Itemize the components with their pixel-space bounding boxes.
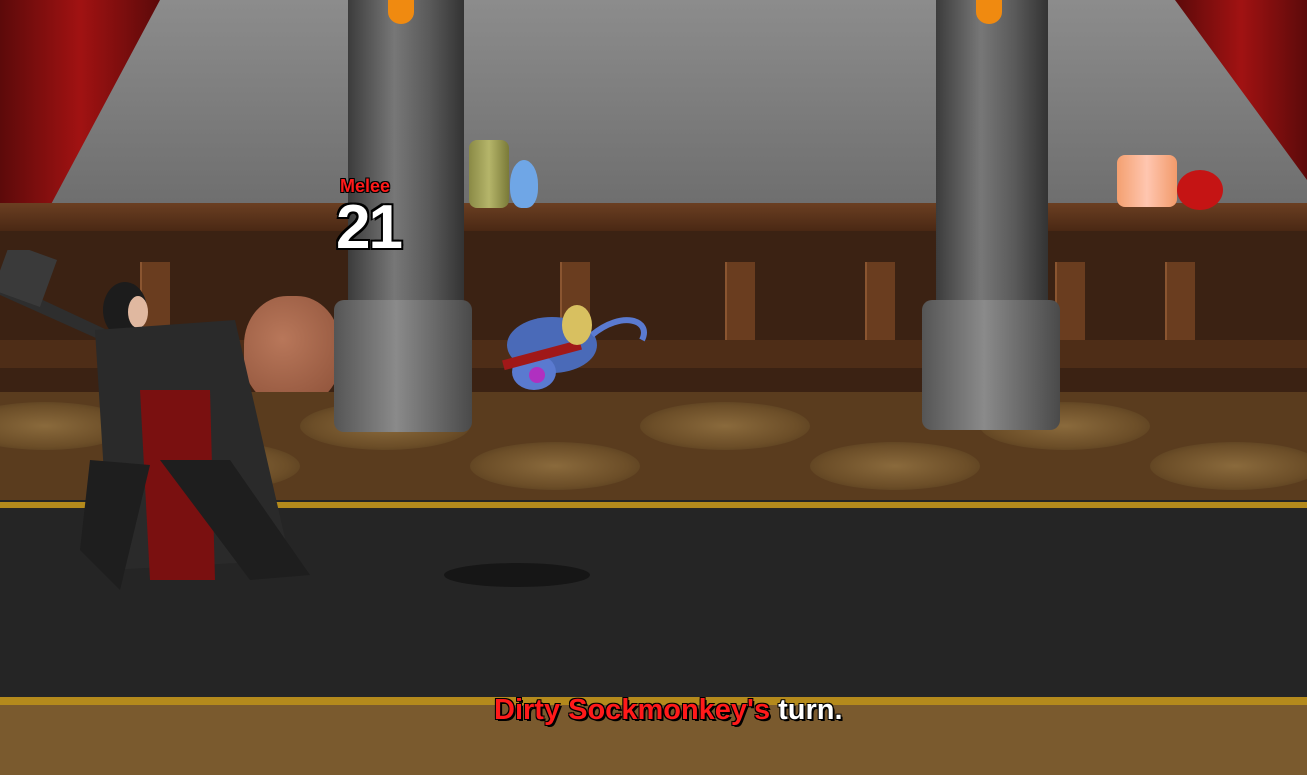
- red-potion: [1177, 170, 1223, 210]
- turn-character-name: Dirty Sockmonkey's: [494, 694, 771, 726]
- right-pillar: [936, 0, 1048, 320]
- enemy-shadow: [444, 563, 590, 587]
- enemy-sockmonkey[interactable]: [492, 290, 652, 395]
- peach-jar: [1117, 155, 1177, 207]
- damage-number: 21: [336, 193, 403, 262]
- left-torch-flame: [388, 0, 414, 24]
- right-torch-flame: [976, 0, 1002, 24]
- olive-jar: [469, 140, 509, 208]
- player-character[interactable]: [0, 250, 320, 590]
- shop-counter-top: [0, 203, 1307, 231]
- battle-scene: Melee 21 Dirty Sockmonkey's turn.: [0, 0, 1307, 775]
- stone-wall: [0, 0, 1307, 215]
- left-pillar: [348, 0, 464, 320]
- turn-indicator: Dirty Sockmonkey's turn.: [494, 694, 843, 727]
- blue-potion: [510, 160, 538, 208]
- left-pillar-base: [334, 300, 472, 432]
- turn-suffix: turn.: [770, 694, 843, 726]
- right-pillar-base: [922, 300, 1060, 430]
